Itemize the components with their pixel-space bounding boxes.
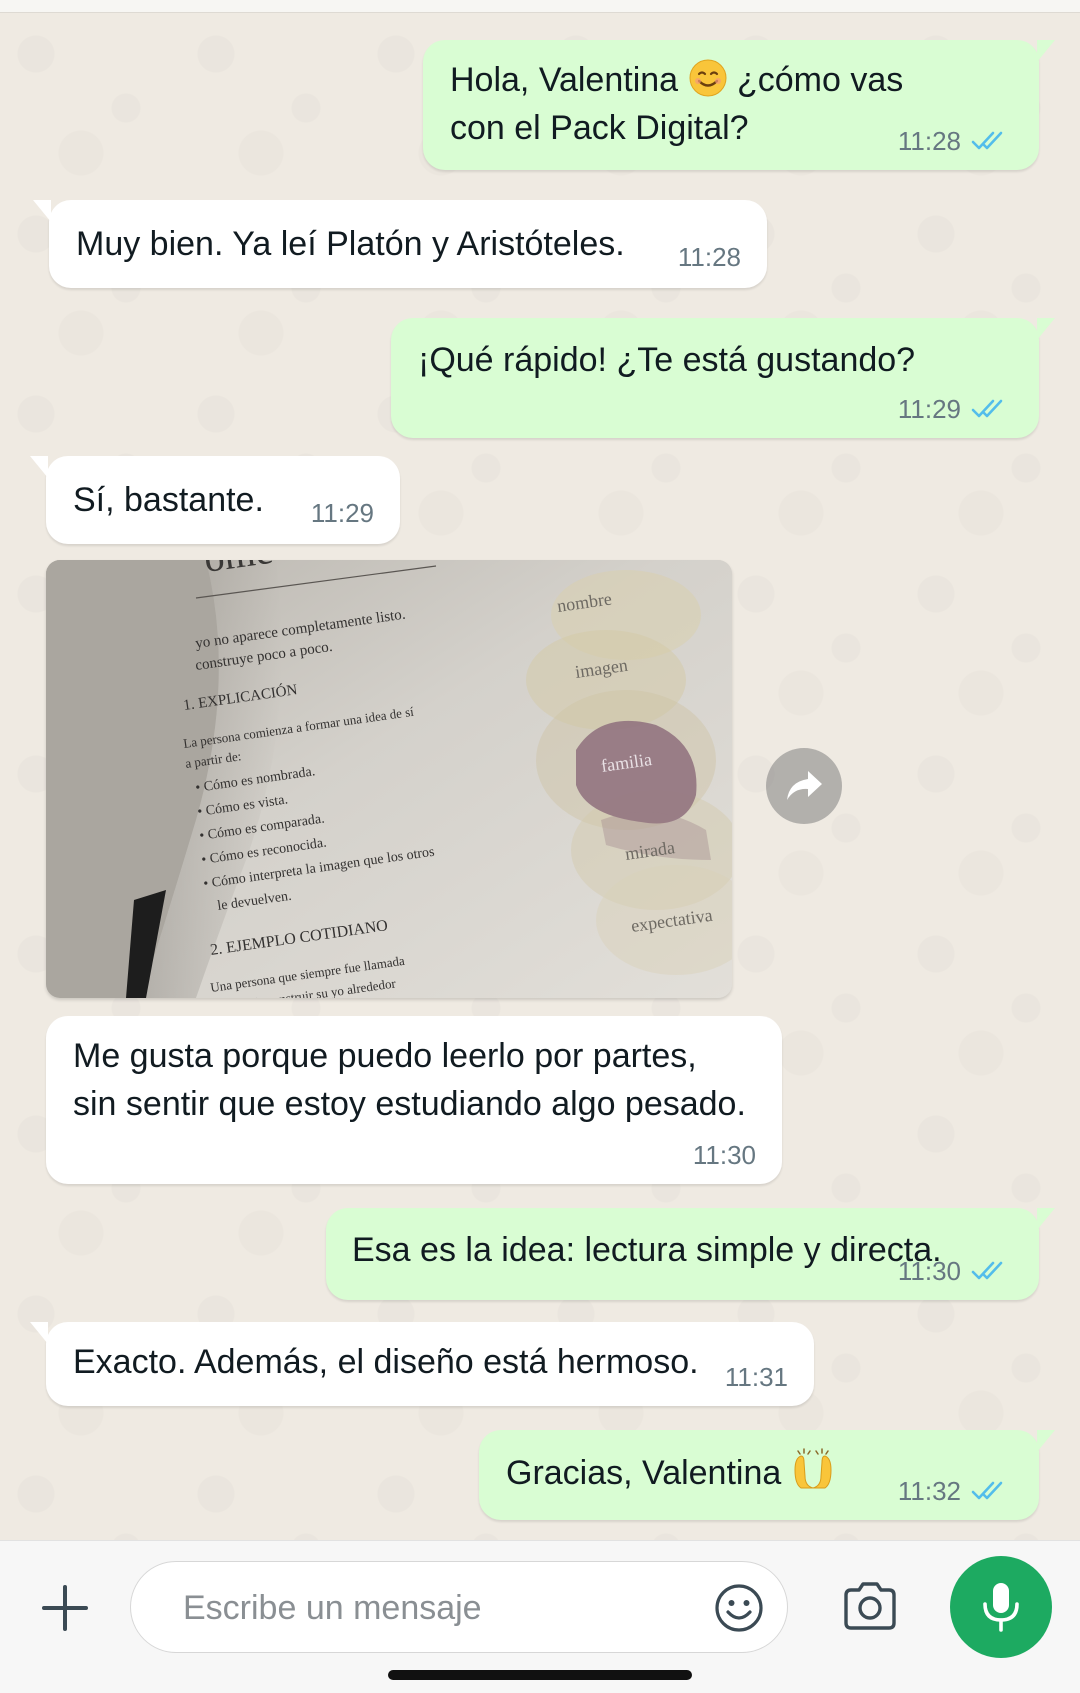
message-incoming[interactable]: Sí, bastante. 11:29 — [30, 456, 400, 544]
message-time: 11:31 — [724, 1362, 788, 1392]
message-text: Me gusta porque puedo leerlo por partes,… — [73, 1032, 746, 1128]
message-input[interactable] — [181, 1584, 705, 1632]
voice-message-button[interactable] — [950, 1556, 1052, 1658]
message-text-part: Gracias, Valentina — [506, 1454, 782, 1492]
message-incoming[interactable]: Muy bien. Ya leí Platón y Aristóteles. 1… — [33, 200, 767, 288]
message-time: 11:29 — [897, 394, 961, 424]
forward-arrow-icon — [787, 771, 822, 800]
message-input-bar — [0, 1540, 1080, 1693]
camera-icon — [844, 1582, 896, 1630]
home-indicator — [388, 1670, 692, 1680]
message-outgoing[interactable]: ¡Qué rápido! ¿Te está gustando? 11:29 — [391, 318, 1055, 438]
microphone-icon — [983, 1583, 1019, 1632]
message-meta: 11:31 — [725, 1362, 788, 1392]
message-outgoing[interactable]: Esa es la idea: lectura simple y directa… — [326, 1208, 1055, 1300]
book-page-photo: ome yo no aparece completamente listo. c… — [46, 560, 732, 998]
read-ticks-icon — [971, 1481, 1003, 1500]
bubble-tail — [30, 1322, 48, 1344]
message-meta: 11:29 — [311, 498, 374, 528]
read-ticks-icon — [971, 399, 1003, 418]
read-ticks-icon — [971, 131, 1003, 150]
message-text-part: Me gusta porque puedo leerlo por partes, — [73, 1037, 697, 1075]
message-text: Esa es la idea: lectura simple y directa… — [352, 1231, 942, 1269]
bubble-tail — [30, 456, 48, 478]
image-message[interactable]: ome yo no aparece completamente listo. c… — [46, 560, 732, 998]
bubble-tail — [1037, 40, 1055, 62]
smiling-face-icon — [689, 59, 727, 97]
message-time: 11:32 — [897, 1476, 961, 1506]
message-text-part: Hola, Valentina — [450, 61, 679, 99]
emoji-button[interactable] — [713, 1582, 765, 1634]
message-meta: 11:32 — [898, 1476, 1009, 1506]
message-text: Muy bien. Ya leí Platón y Aristóteles. — [76, 225, 625, 263]
message-time: 11:30 — [692, 1140, 756, 1170]
read-ticks-icon — [971, 1261, 1003, 1280]
message-text-part: ¿cómo vas — [736, 61, 904, 99]
message-text: Gracias, Valentina — [506, 1448, 835, 1497]
message-text: Exacto. Además, el diseño está hermoso. — [73, 1343, 699, 1381]
message-text: ¡Qué rápido! ¿Te está gustando? — [418, 341, 916, 379]
bubble-tail — [1037, 318, 1055, 340]
message-text-part: con el Pack Digital? — [450, 109, 749, 147]
message-meta: 11:28 — [898, 126, 1009, 156]
message-meta: 11:29 — [898, 394, 1009, 424]
bubble-tail — [1037, 1208, 1055, 1230]
message-time: 11:29 — [310, 498, 374, 528]
message-time: 11:28 — [677, 242, 741, 272]
bubble-tail — [33, 200, 51, 222]
message-outgoing[interactable]: Gracias, Valentina 11:32 — [479, 1430, 1055, 1520]
message-incoming[interactable]: Me gusta porque puedo leerlo por partes,… — [46, 1016, 782, 1184]
camera-button[interactable] — [840, 1579, 900, 1635]
raising-hands-icon — [794, 1448, 832, 1489]
message-text: Hola, Valentina ¿cómo vas con el Pack Di… — [450, 56, 903, 152]
message-text-part: sin sentir que estoy estudiando algo pes… — [73, 1085, 746, 1123]
plus-icon — [42, 1585, 88, 1631]
message-meta: 11:30 — [898, 1256, 1009, 1286]
bubble-tail — [1037, 1430, 1055, 1452]
top-edge — [0, 0, 1080, 13]
message-incoming[interactable]: Exacto. Además, el diseño está hermoso. … — [30, 1322, 814, 1406]
message-text: Sí, bastante. — [73, 481, 264, 519]
message-time: 11:30 — [897, 1256, 961, 1286]
message-field[interactable] — [130, 1561, 788, 1653]
emoji-icon — [715, 1584, 763, 1632]
forward-button[interactable] — [766, 748, 842, 824]
message-meta: 11:30 — [693, 1140, 756, 1170]
message-outgoing[interactable]: Hola, Valentina ¿cómo vas con el Pack Di… — [423, 40, 1055, 170]
attach-button[interactable] — [36, 1579, 94, 1637]
message-meta: 11:28 — [678, 242, 741, 272]
message-time: 11:28 — [897, 126, 961, 156]
